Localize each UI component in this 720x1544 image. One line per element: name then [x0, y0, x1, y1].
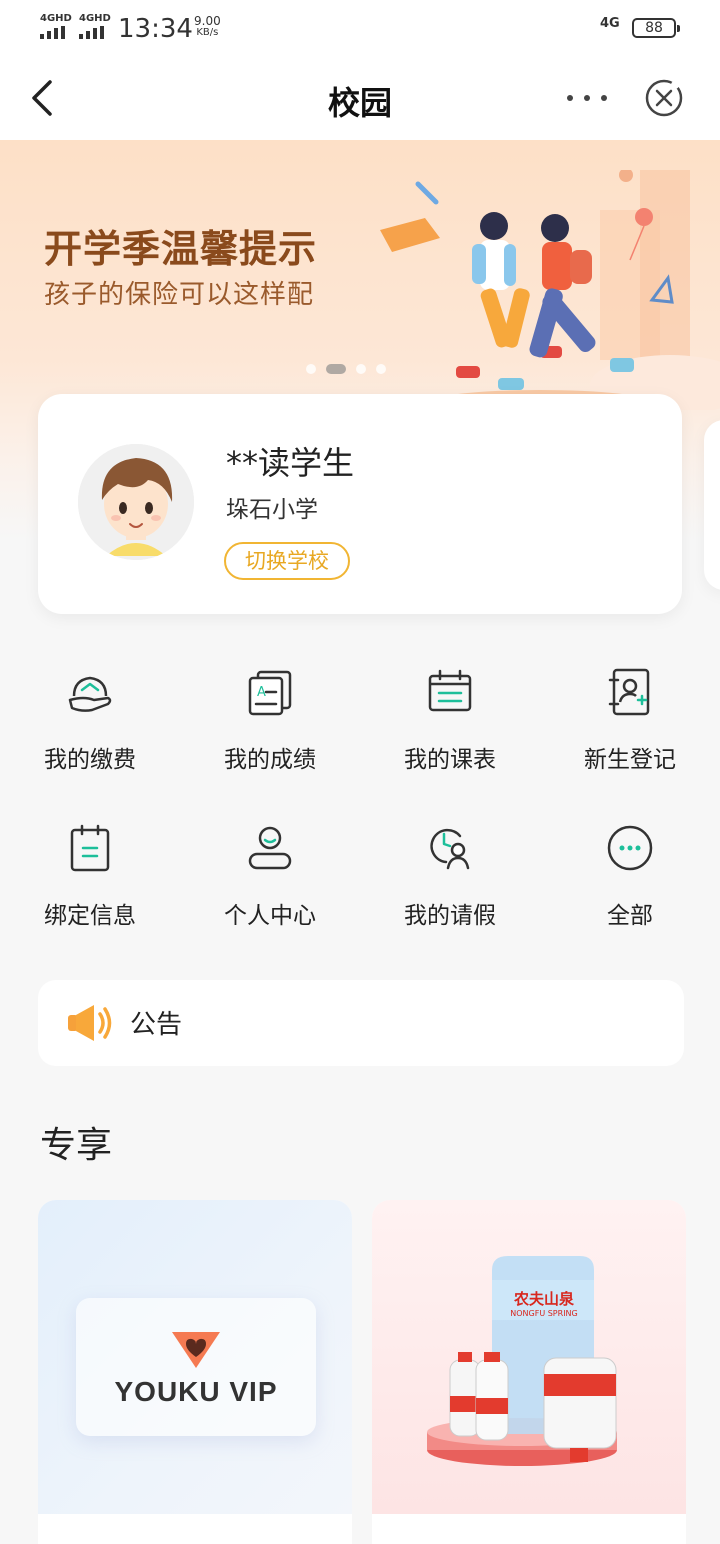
carousel-dot[interactable] [306, 364, 316, 374]
clock: 13:34 [118, 14, 193, 44]
page-title: 校园 [327, 84, 392, 122]
promo-image: YOUKU VIP [38, 1200, 352, 1514]
student-card[interactable]: **读学生 垛石小学 切换学校 [38, 394, 682, 614]
avatar [78, 444, 194, 560]
water-bottles-illustration: 农夫山泉 NONGFU SPRING [427, 1256, 617, 1466]
schedule-icon [428, 669, 472, 712]
bind-info-icon [70, 824, 110, 872]
network-type: 4G [600, 16, 620, 31]
announcement-label: 公告 [130, 1010, 183, 1040]
feature-all[interactable]: 全部 [540, 816, 720, 956]
section-title-exclusive: 专享 [40, 1125, 113, 1166]
banner-title: 开学季温馨提示 [44, 227, 318, 271]
carousel-dot[interactable] [356, 364, 366, 374]
payment-icon [68, 676, 112, 712]
promo-card-nongfu[interactable]: 农夫山泉 NONGFU SPRING [372, 1200, 686, 1544]
nav-bar: 校园 [0, 58, 720, 140]
student-name: **读学生 [226, 444, 355, 482]
switch-school-button[interactable]: 切换学校 [224, 542, 350, 580]
more-options-icon[interactable] [564, 86, 610, 110]
battery-icon: 88 [632, 18, 680, 38]
student-avatar-icon [78, 444, 194, 560]
feature-my-grades[interactable]: A 我的成绩 [180, 660, 360, 800]
feature-my-payment[interactable]: 我的缴费 [0, 660, 180, 800]
youku-heart-logo-icon [172, 1332, 220, 1368]
signal-label: 4GHD [40, 13, 72, 24]
carousel-indicator [306, 364, 386, 374]
close-miniapp-icon[interactable] [644, 78, 684, 118]
signal-indicator-1: 4GHD [40, 14, 72, 39]
feature-label: 我的成绩 [224, 747, 316, 773]
feature-my-leave[interactable]: 我的请假 [360, 816, 540, 956]
feature-label: 个人中心 [224, 903, 316, 929]
feature-my-schedule[interactable]: 我的课表 [360, 660, 540, 800]
leave-icon [430, 828, 470, 870]
grades-icon: A [248, 670, 292, 716]
promo-card-youku[interactable]: YOUKU VIP [38, 1200, 352, 1544]
announcement-bar[interactable]: 公告 [38, 980, 684, 1066]
speed-value: 9.00 [194, 14, 221, 28]
school-name: 垛石小学 [226, 497, 318, 523]
carousel-dot-active[interactable] [326, 364, 346, 374]
youku-vip-card: YOUKU VIP [76, 1298, 316, 1436]
speaker-icon [68, 1005, 112, 1041]
feature-label: 我的课表 [404, 747, 496, 773]
feature-personal-center[interactable]: 个人中心 [180, 816, 360, 956]
feature-new-student-register[interactable]: 新生登记 [540, 660, 720, 800]
feature-label: 全部 [607, 903, 653, 929]
feature-label: 我的请假 [404, 903, 496, 929]
feature-label: 绑定信息 [44, 903, 136, 929]
students-walking-illustration [380, 170, 720, 410]
next-student-card-peek[interactable] [704, 420, 720, 590]
feature-bind-info[interactable]: 绑定信息 [0, 816, 180, 956]
carousel-dot[interactable] [376, 364, 386, 374]
svg-text:A: A [257, 685, 266, 700]
profile-icon [248, 826, 292, 870]
feature-label: 我的缴费 [44, 747, 136, 773]
network-speed: 9.00 KB/s [194, 15, 221, 39]
promo-image: 农夫山泉 NONGFU SPRING [372, 1200, 686, 1514]
signal-bars-icon [40, 26, 72, 39]
signal-indicator-2: 4GHD [79, 14, 111, 39]
more-icon [607, 825, 653, 871]
bottle-brand-en: NONGFU SPRING [510, 1309, 577, 1318]
speed-unit: KB/s [196, 27, 219, 38]
signal-bars-icon [79, 26, 111, 39]
signal-label: 4GHD [79, 13, 111, 24]
feature-label: 新生登记 [584, 747, 676, 773]
register-icon [608, 668, 650, 716]
banner-subtitle: 孩子的保险可以这样配 [44, 280, 315, 310]
bottle-brand-cn: 农夫山泉 [513, 1290, 575, 1308]
status-bar: 4GHD 4GHD 13:34 9.00 KB/s 4G 88 [0, 0, 720, 58]
youku-brand: YOUKU VIP [114, 1376, 278, 1407]
